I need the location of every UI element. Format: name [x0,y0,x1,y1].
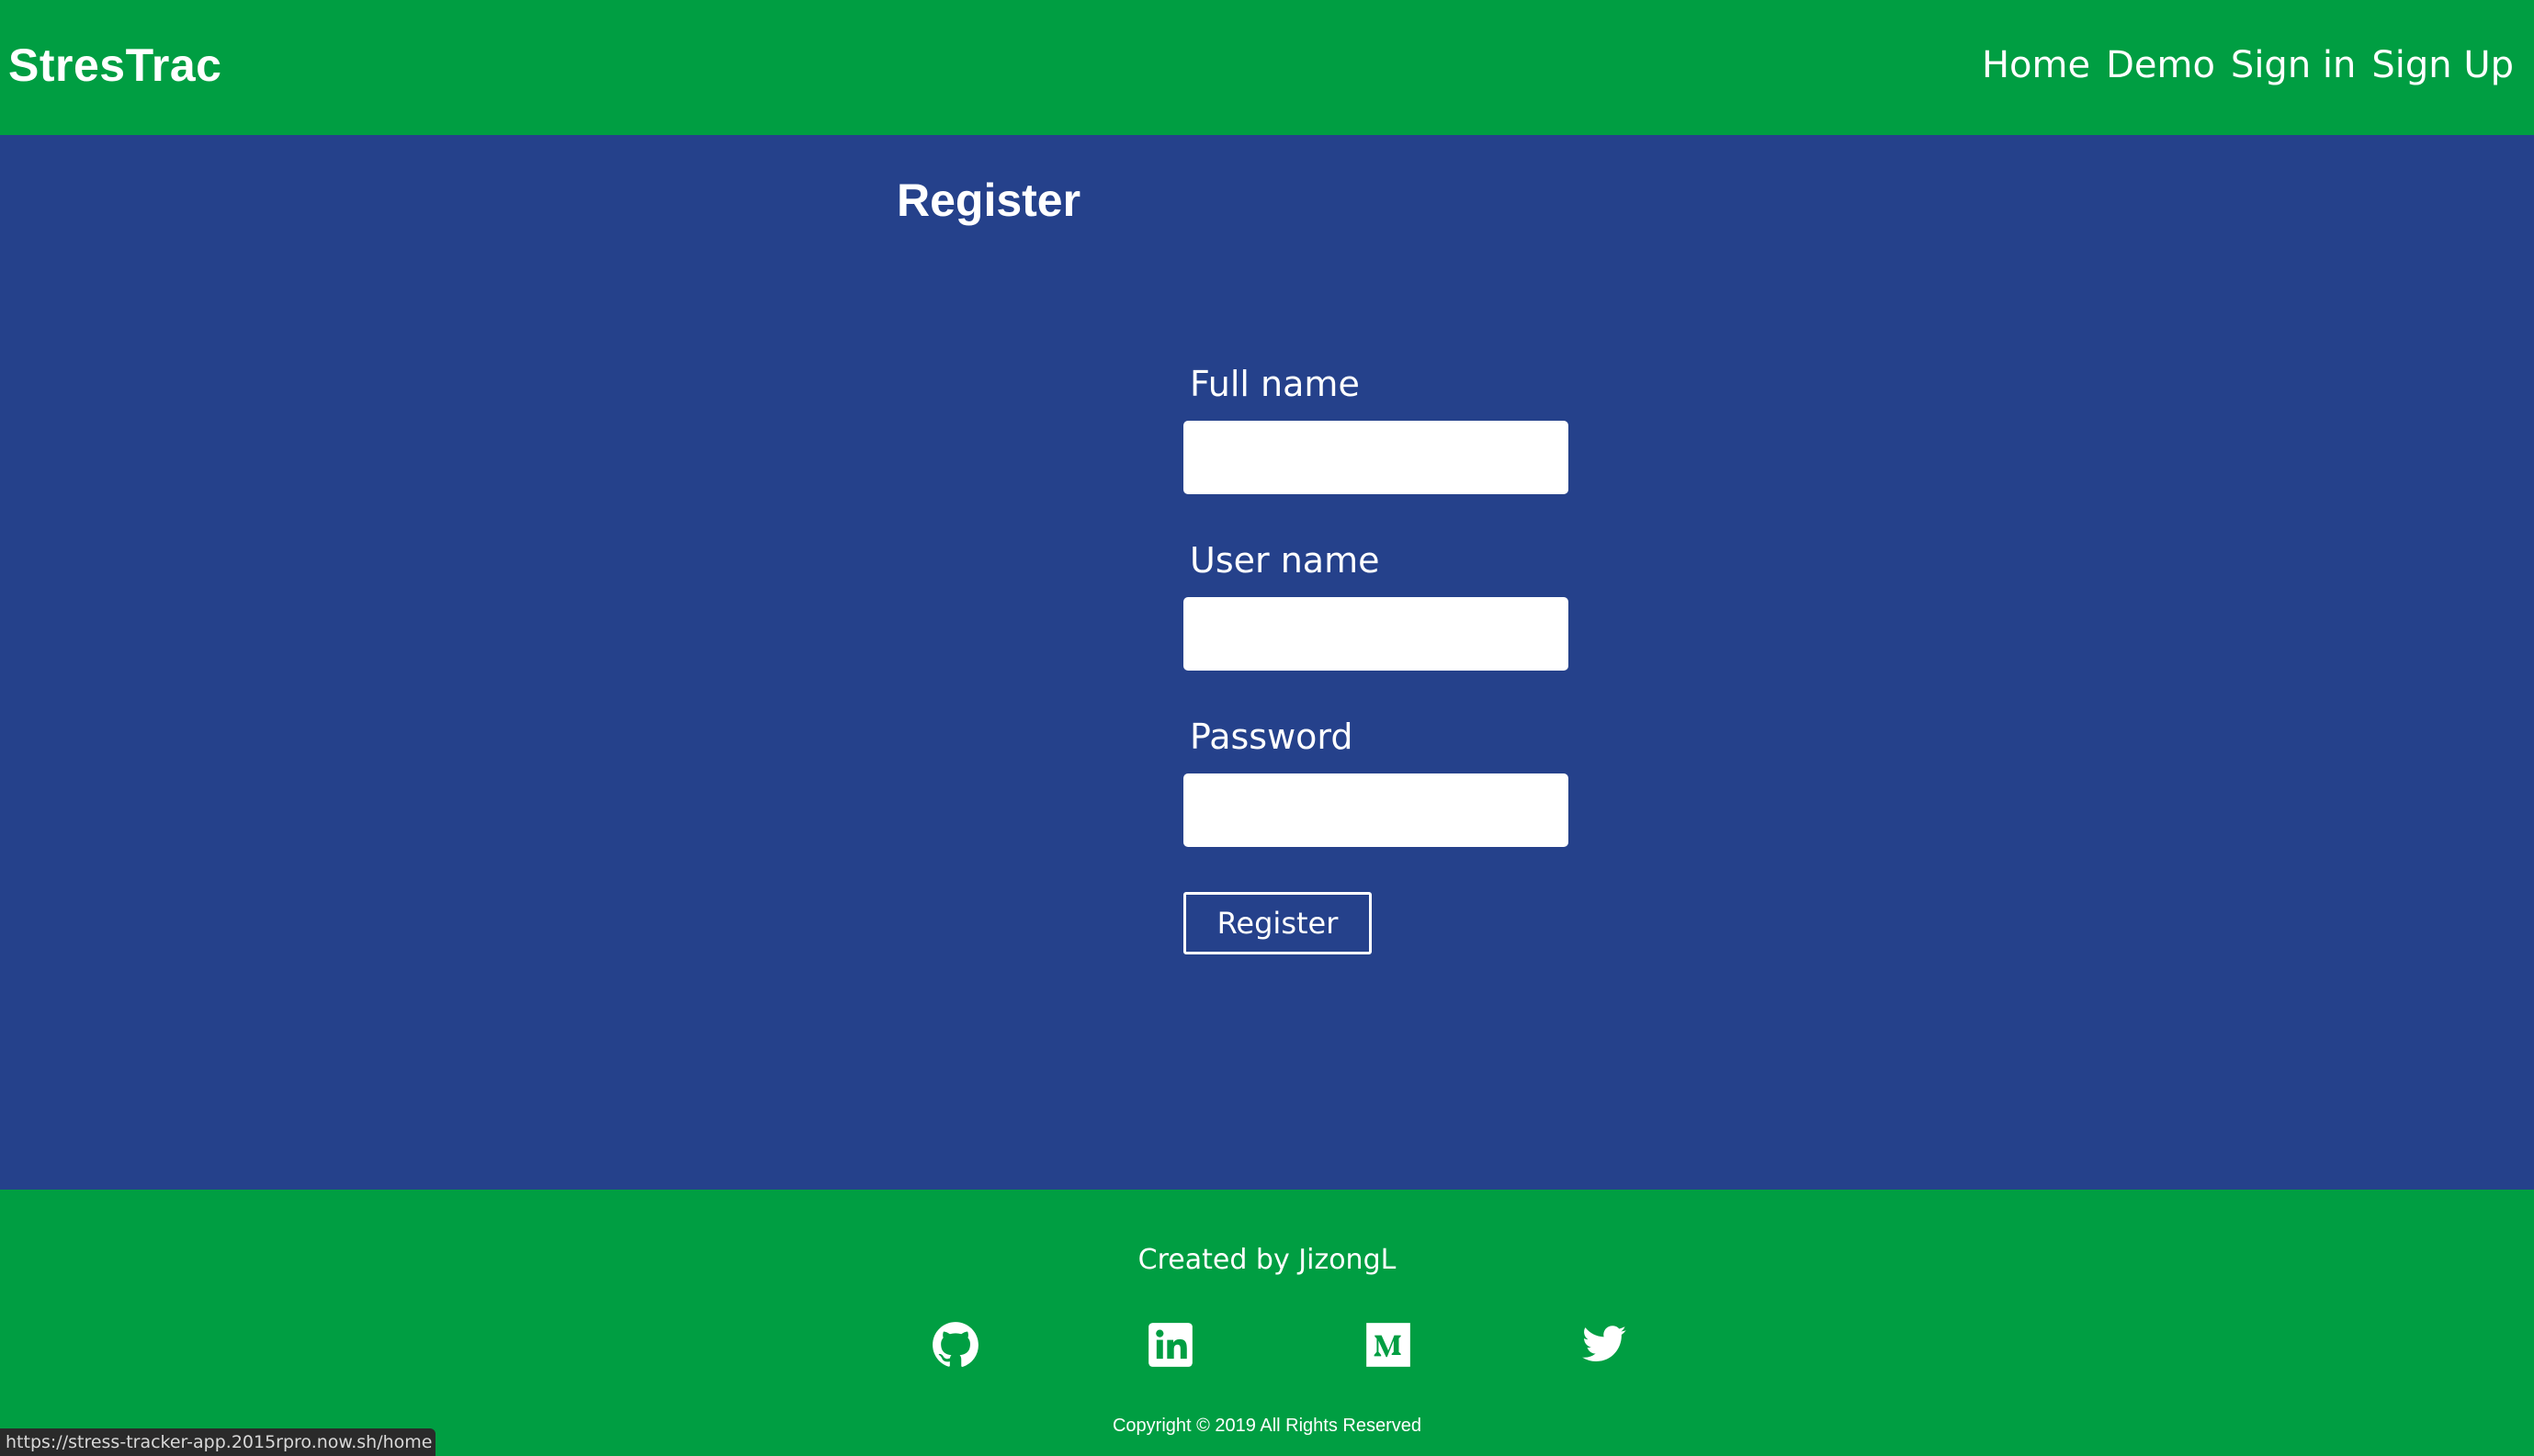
main-nav: Home Demo Sign in Sign Up [1982,33,2514,97]
twitter-icon[interactable] [1580,1321,1628,1369]
status-bar-url: https://stress-tracker-app.2015rpro.now.… [0,1428,436,1456]
password-label: Password [1190,717,1353,757]
user-name-input[interactable] [1183,597,1568,671]
nav-demo-link[interactable]: Demo [2106,33,2215,97]
linkedin-icon[interactable] [1147,1321,1194,1369]
created-by-text: Created by JizongL [1137,1244,1397,1276]
nav-home-link[interactable]: Home [1982,33,2090,97]
site-footer: Created by JizongL Copyright © 2019 All … [0,1190,2534,1456]
github-icon[interactable] [932,1321,979,1369]
nav-sign-up-link[interactable]: Sign Up [2371,33,2514,97]
nav-sign-in-link[interactable]: Sign in [2231,33,2356,97]
brand-logo[interactable]: StresTrac [8,33,221,97]
register-section: Register Full name User name Password Re… [0,135,2534,1190]
full-name-label: Full name [1190,364,1360,404]
page-title: Register [897,175,1081,226]
password-input[interactable] [1183,773,1568,847]
site-header: StresTrac Home Demo Sign in Sign Up [0,0,2534,135]
register-button[interactable]: Register [1183,892,1372,954]
medium-icon[interactable] [1364,1321,1412,1369]
user-name-label: User name [1190,540,1380,581]
full-name-input[interactable] [1183,421,1568,494]
